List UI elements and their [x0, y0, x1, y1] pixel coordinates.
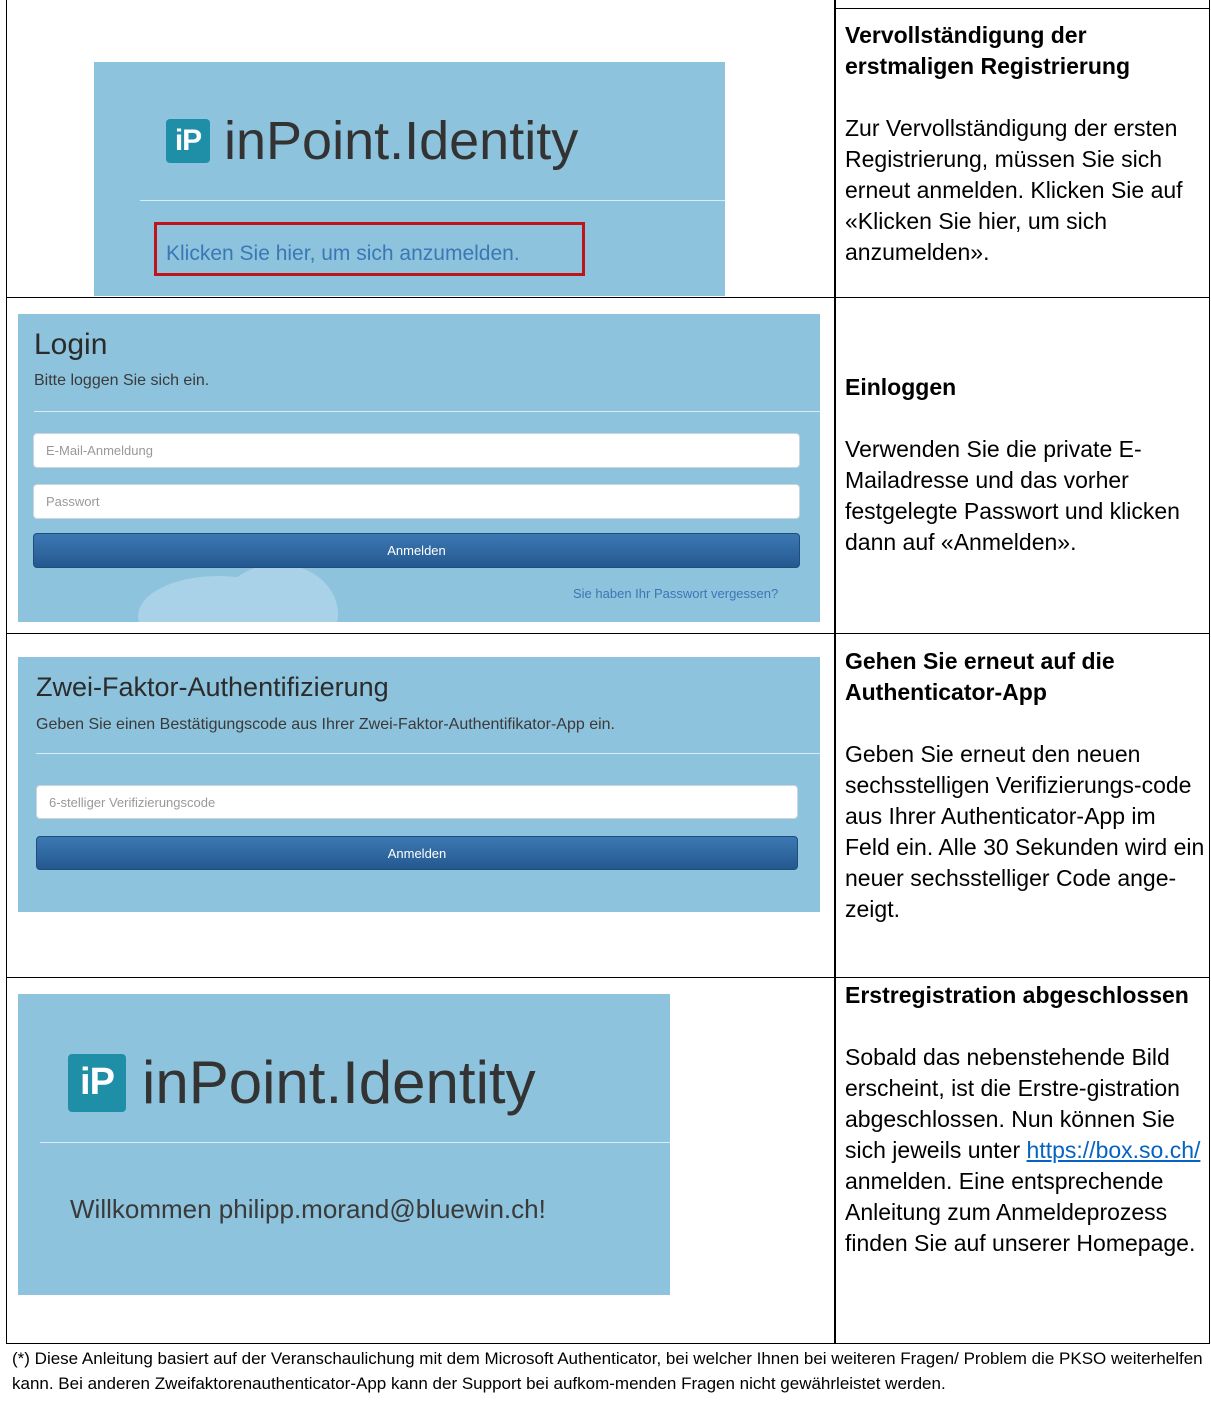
- desc-row-2: Einloggen Verwenden Sie die private E-Ma…: [845, 372, 1205, 558]
- logo-text: inPoint.Identity: [224, 111, 579, 171]
- separator: [140, 200, 725, 201]
- separator: [34, 411, 820, 412]
- desc-title: Erstregistration abgeschlossen: [845, 982, 1189, 1008]
- desc-title: Vervollständigung der erstmaligen Regist…: [845, 22, 1131, 79]
- logo: iP inPoint.Identity: [166, 110, 578, 172]
- desc-body: Verwenden Sie die private E-Mailadresse …: [845, 436, 1180, 555]
- box-link[interactable]: https://box.so.ch/: [1027, 1137, 1201, 1163]
- desc-title: Einloggen: [845, 374, 957, 400]
- desc-body: Zur Vervollständigung der ersten Registr…: [845, 115, 1183, 265]
- login-title: Login: [34, 328, 108, 361]
- inpoint-logo-icon: iP: [68, 1053, 126, 1112]
- desc-row-4: Erstregistration abgeschlossen Sobald da…: [845, 980, 1205, 1259]
- cloud-decoration: [218, 564, 338, 622]
- welcome-text: Willkommen philipp.morand@bluewin.ch!: [70, 1194, 546, 1224]
- panel-2fa: Zwei-Faktor-Authentifizierung Geben Sie …: [18, 657, 820, 912]
- twofa-subtitle: Geben Sie einen Bestätigungscode aus Ihr…: [36, 716, 615, 733]
- table-left-border: [6, 0, 7, 1344]
- twofa-title: Zwei-Faktor-Authentifizierung: [36, 672, 389, 702]
- row-divider-2: [6, 633, 1210, 634]
- table-right-border: [1209, 0, 1210, 1344]
- desc-title: Gehen Sie erneut auf die Authenticator-A…: [845, 648, 1115, 705]
- desc-body: Geben Sie erneut den neuen sechsstellige…: [845, 741, 1205, 922]
- separator: [36, 753, 820, 754]
- desc-row-3: Gehen Sie erneut auf die Authenticator-A…: [845, 646, 1205, 925]
- inpoint-logo-icon: iP: [166, 119, 210, 163]
- panel-welcome: iP inPoint.Identity Willkommen philipp.m…: [18, 994, 670, 1295]
- logo: iP inPoint.Identity: [68, 1048, 536, 1117]
- row-divider-1: [6, 297, 1210, 298]
- password-field[interactable]: Passwort: [33, 484, 800, 519]
- panel-signin: iP inPoint.Identity Klicken Sie hier, um…: [94, 62, 725, 296]
- panel-login: Login Bitte loggen Sie sich ein. E-Mail-…: [18, 314, 820, 622]
- row-divider-3: [6, 977, 1210, 978]
- signin-link[interactable]: Klicken Sie hier, um sich anzumelden.: [166, 242, 520, 266]
- forgot-password-link[interactable]: Sie haben Ihr Passwort vergessen?: [573, 586, 778, 601]
- row-divider-4: [6, 1343, 1210, 1344]
- verification-code-field[interactable]: 6-stelliger Verifizierungscode: [36, 785, 798, 819]
- logo-text: inPoint.Identity: [142, 1049, 536, 1116]
- footnote: (*) Diese Anleitung basiert auf der Vera…: [12, 1349, 1203, 1393]
- table-top-border: [834, 8, 1210, 9]
- login-button[interactable]: Anmelden: [33, 533, 800, 568]
- table-column-divider: [834, 0, 836, 1344]
- desc-row-1: Vervollständigung der erstmaligen Regist…: [845, 20, 1205, 268]
- desc-body-after: anmelden. Eine entsprechende Anleitung z…: [845, 1168, 1196, 1256]
- email-field[interactable]: E-Mail-Anmeldung: [33, 433, 800, 468]
- twofa-login-button[interactable]: Anmelden: [36, 836, 798, 870]
- separator: [40, 1142, 670, 1143]
- login-subtitle: Bitte loggen Sie sich ein.: [34, 372, 210, 389]
- desc-body: Sobald das nebenstehende Bild erscheint,…: [845, 1042, 1205, 1259]
